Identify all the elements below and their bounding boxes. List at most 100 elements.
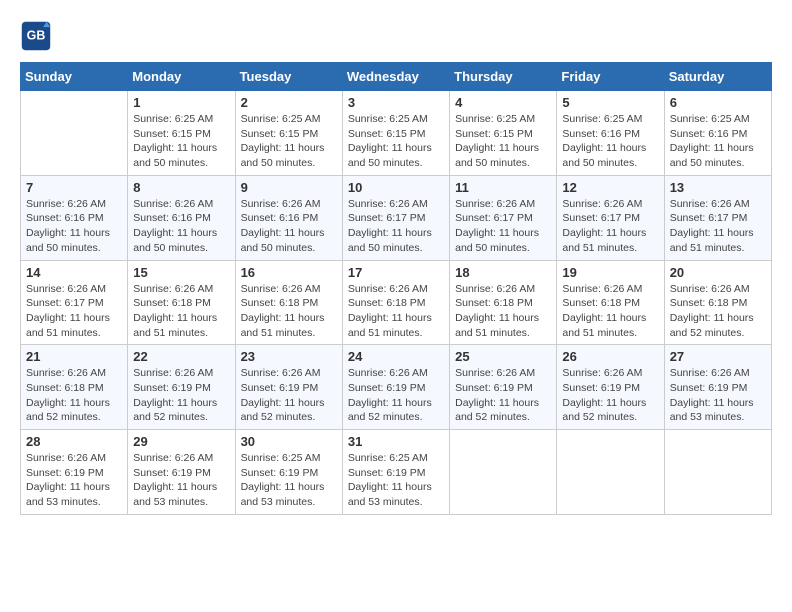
day-cell: 23 Sunrise: 6:26 AMSunset: 6:19 PMDayligh… xyxy=(235,345,342,430)
day-number: 23 xyxy=(241,349,337,364)
day-number: 3 xyxy=(348,95,444,110)
day-header-saturday: Saturday xyxy=(664,63,771,91)
day-detail: Sunrise: 6:26 AMSunset: 6:18 PMDaylight:… xyxy=(241,282,337,341)
day-detail: Sunrise: 6:26 AMSunset: 6:19 PMDaylight:… xyxy=(670,366,766,425)
day-header-monday: Monday xyxy=(128,63,235,91)
day-cell: 12 Sunrise: 6:26 AMSunset: 6:17 PMDayligh… xyxy=(557,175,664,260)
day-detail: Sunrise: 6:26 AMSunset: 6:18 PMDaylight:… xyxy=(26,366,122,425)
day-number: 24 xyxy=(348,349,444,364)
day-number: 21 xyxy=(26,349,122,364)
day-number: 30 xyxy=(241,434,337,449)
day-detail: Sunrise: 6:26 AMSunset: 6:19 PMDaylight:… xyxy=(241,366,337,425)
day-cell: 19Sunrise: 6:26 AMSunset: 6:18 PMDayligh… xyxy=(557,260,664,345)
day-number: 14 xyxy=(26,265,122,280)
day-detail: Sunrise: 6:26 AMSunset: 6:16 PMDaylight:… xyxy=(241,197,337,256)
day-number: 8 xyxy=(133,180,229,195)
day-number: 31 xyxy=(348,434,444,449)
page-header: GB xyxy=(20,20,772,52)
day-number: 9 xyxy=(241,180,337,195)
day-detail: Sunrise: 6:25 AMSunset: 6:19 PMDaylight:… xyxy=(241,451,337,510)
day-cell: 9 Sunrise: 6:26 AMSunset: 6:16 PMDaylight… xyxy=(235,175,342,260)
day-cell: 1Sunrise: 6:25 AMSunset: 6:15 PMDaylight… xyxy=(128,91,235,176)
calendar-table: SundayMondayTuesdayWednesdayThursdayFrid… xyxy=(20,62,772,515)
day-cell: 22 Sunrise: 6:26 AMSunset: 6:19 PMDayligh… xyxy=(128,345,235,430)
day-detail: Sunrise: 6:26 AMSunset: 6:18 PMDaylight:… xyxy=(455,282,551,341)
day-number: 15 xyxy=(133,265,229,280)
day-detail: Sunrise: 6:25 AMSunset: 6:15 PMDaylight:… xyxy=(133,112,229,171)
day-cell: 13 Sunrise: 6:26 AMSunset: 6:17 PMDayligh… xyxy=(664,175,771,260)
day-cell: 30 Sunrise: 6:25 AMSunset: 6:19 PMDayligh… xyxy=(235,430,342,515)
calendar-header-row: SundayMondayTuesdayWednesdayThursdayFrid… xyxy=(21,63,772,91)
day-header-wednesday: Wednesday xyxy=(342,63,449,91)
day-number: 29 xyxy=(133,434,229,449)
day-number: 27 xyxy=(670,349,766,364)
day-number: 26 xyxy=(562,349,658,364)
day-cell xyxy=(557,430,664,515)
day-number: 28 xyxy=(26,434,122,449)
day-header-thursday: Thursday xyxy=(450,63,557,91)
week-row-4: 21 Sunrise: 6:26 AMSunset: 6:18 PMDayligh… xyxy=(21,345,772,430)
week-row-2: 7 Sunrise: 6:26 AMSunset: 6:16 PMDaylight… xyxy=(21,175,772,260)
svg-text:GB: GB xyxy=(27,29,46,43)
day-number: 6 xyxy=(670,95,766,110)
day-detail: Sunrise: 6:26 AMSunset: 6:17 PMDaylight:… xyxy=(26,282,122,341)
day-detail: Sunrise: 6:26 AMSunset: 6:18 PMDaylight:… xyxy=(133,282,229,341)
day-cell: 3 Sunrise: 6:25 AMSunset: 6:15 PMDaylight… xyxy=(342,91,449,176)
day-cell: 31 Sunrise: 6:25 AMSunset: 6:19 PMDayligh… xyxy=(342,430,449,515)
day-cell: 24 Sunrise: 6:26 AMSunset: 6:19 PMDayligh… xyxy=(342,345,449,430)
day-header-tuesday: Tuesday xyxy=(235,63,342,91)
day-number: 7 xyxy=(26,180,122,195)
day-detail: Sunrise: 6:26 AMSunset: 6:19 PMDaylight:… xyxy=(348,366,444,425)
day-cell: 25Sunrise: 6:26 AMSunset: 6:19 PMDayligh… xyxy=(450,345,557,430)
day-cell: 2 Sunrise: 6:25 AMSunset: 6:15 PMDaylight… xyxy=(235,91,342,176)
day-number: 17 xyxy=(348,265,444,280)
day-detail: Sunrise: 6:26 AMSunset: 6:17 PMDaylight:… xyxy=(455,197,551,256)
day-detail: Sunrise: 6:26 AMSunset: 6:17 PMDaylight:… xyxy=(562,197,658,256)
day-header-friday: Friday xyxy=(557,63,664,91)
day-detail: Sunrise: 6:26 AMSunset: 6:19 PMDaylight:… xyxy=(133,366,229,425)
day-detail: Sunrise: 6:25 AMSunset: 6:15 PMDaylight:… xyxy=(455,112,551,171)
day-cell: 5 Sunrise: 6:25 AMSunset: 6:16 PMDaylight… xyxy=(557,91,664,176)
day-detail: Sunrise: 6:26 AMSunset: 6:18 PMDaylight:… xyxy=(670,282,766,341)
day-cell: 8 Sunrise: 6:26 AMSunset: 6:16 PMDaylight… xyxy=(128,175,235,260)
day-detail: Sunrise: 6:25 AMSunset: 6:15 PMDaylight:… xyxy=(348,112,444,171)
day-number: 12 xyxy=(562,180,658,195)
day-number: 18 xyxy=(455,265,551,280)
day-detail: Sunrise: 6:26 AMSunset: 6:19 PMDaylight:… xyxy=(562,366,658,425)
day-detail: Sunrise: 6:26 AMSunset: 6:19 PMDaylight:… xyxy=(133,451,229,510)
day-cell: 29 Sunrise: 6:26 AMSunset: 6:19 PMDayligh… xyxy=(128,430,235,515)
day-number: 20 xyxy=(670,265,766,280)
day-detail: Sunrise: 6:26 AMSunset: 6:17 PMDaylight:… xyxy=(348,197,444,256)
day-cell: 18 Sunrise: 6:26 AMSunset: 6:18 PMDayligh… xyxy=(450,260,557,345)
day-number: 13 xyxy=(670,180,766,195)
day-detail: Sunrise: 6:25 AMSunset: 6:16 PMDaylight:… xyxy=(670,112,766,171)
day-detail: Sunrise: 6:26 AMSunset: 6:17 PMDaylight:… xyxy=(670,197,766,256)
day-detail: Sunrise: 6:25 AMSunset: 6:15 PMDaylight:… xyxy=(241,112,337,171)
day-detail: Sunrise: 6:26 AMSunset: 6:19 PMDaylight:… xyxy=(455,366,551,425)
logo-icon: GB xyxy=(20,20,52,52)
day-number: 2 xyxy=(241,95,337,110)
day-detail: Sunrise: 6:25 AMSunset: 6:16 PMDaylight:… xyxy=(562,112,658,171)
day-cell: 28 Sunrise: 6:26 AMSunset: 6:19 PMDayligh… xyxy=(21,430,128,515)
day-cell xyxy=(664,430,771,515)
day-detail: Sunrise: 6:26 AMSunset: 6:19 PMDaylight:… xyxy=(26,451,122,510)
week-row-5: 28 Sunrise: 6:26 AMSunset: 6:19 PMDayligh… xyxy=(21,430,772,515)
day-cell: 11Sunrise: 6:26 AMSunset: 6:17 PMDayligh… xyxy=(450,175,557,260)
logo: GB xyxy=(20,20,56,52)
day-detail: Sunrise: 6:26 AMSunset: 6:18 PMDaylight:… xyxy=(348,282,444,341)
day-number: 5 xyxy=(562,95,658,110)
day-number: 16 xyxy=(241,265,337,280)
day-cell: 21 Sunrise: 6:26 AMSunset: 6:18 PMDayligh… xyxy=(21,345,128,430)
day-cell: 7 Sunrise: 6:26 AMSunset: 6:16 PMDaylight… xyxy=(21,175,128,260)
day-cell: 16 Sunrise: 6:26 AMSunset: 6:18 PMDayligh… xyxy=(235,260,342,345)
day-cell: 4Sunrise: 6:25 AMSunset: 6:15 PMDaylight… xyxy=(450,91,557,176)
day-detail: Sunrise: 6:25 AMSunset: 6:19 PMDaylight:… xyxy=(348,451,444,510)
day-number: 10 xyxy=(348,180,444,195)
day-cell: 17 Sunrise: 6:26 AMSunset: 6:18 PMDayligh… xyxy=(342,260,449,345)
day-cell xyxy=(450,430,557,515)
day-cell: 20 Sunrise: 6:26 AMSunset: 6:18 PMDayligh… xyxy=(664,260,771,345)
day-detail: Sunrise: 6:26 AMSunset: 6:18 PMDaylight:… xyxy=(562,282,658,341)
day-detail: Sunrise: 6:26 AMSunset: 6:16 PMDaylight:… xyxy=(26,197,122,256)
day-number: 22 xyxy=(133,349,229,364)
day-detail: Sunrise: 6:26 AMSunset: 6:16 PMDaylight:… xyxy=(133,197,229,256)
